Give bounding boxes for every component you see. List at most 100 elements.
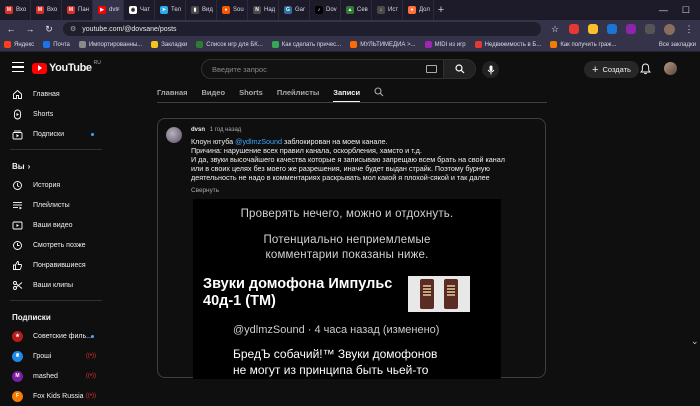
- extension-icon[interactable]: [607, 24, 617, 34]
- sidebar: Главная Shorts Подписки Вы › История Плейли…: [0, 84, 112, 402]
- voice-search-button[interactable]: [482, 61, 499, 78]
- post-image[interactable]: Проверять нечего, можно и отдохнуть. Пот…: [193, 199, 501, 379]
- gmail-icon: M: [5, 6, 13, 14]
- bookmark-item[interactable]: Как получить граж...: [550, 41, 616, 48]
- bookmark-item[interactable]: Недвижимость в Б...: [474, 41, 541, 48]
- keyboard-icon[interactable]: [426, 65, 437, 73]
- browser-tab[interactable]: ▲ Сев: [341, 0, 372, 20]
- tab-label: Вхо: [47, 7, 58, 13]
- bookmark-favicon-icon: [43, 41, 51, 48]
- youtube-logo[interactable]: YouTube RU: [32, 60, 101, 74]
- subscription-item[interactable]: F Fox Kids Russia ((•)): [0, 386, 112, 406]
- bookmark-label: Яндекс: [14, 41, 35, 48]
- browser-tab[interactable]: ● Дол: [403, 0, 434, 20]
- sidebar-item[interactable]: Понравившиеся: [0, 255, 112, 275]
- post-line: Причина: нарушение всех правил канала, о…: [191, 146, 422, 156]
- sidebar-item[interactable]: Ваши клипы: [0, 275, 112, 295]
- bookmark-item[interactable]: МУЛЬТИМЕДИА >...: [350, 41, 416, 48]
- sidebar-item[interactable]: Главная: [0, 84, 112, 104]
- subscription-item[interactable]: Mmashed ((•)): [0, 366, 112, 386]
- channel-name: Гроші: [33, 352, 52, 360]
- extension-icon[interactable]: [588, 24, 598, 34]
- search-button[interactable]: [443, 60, 475, 78]
- browser-tab[interactable]: ♪ Dov: [310, 0, 341, 20]
- site-info-icon[interactable]: ⚙: [70, 25, 76, 33]
- browser-tab[interactable]: ➤ Тел: [155, 0, 186, 20]
- back-icon[interactable]: ←: [6, 24, 16, 34]
- browser-tab[interactable]: ▶ dvs ×: [93, 0, 124, 20]
- browser-tab[interactable]: N Над: [248, 0, 279, 20]
- bookmark-item[interactable]: Импортированны...: [78, 41, 143, 48]
- intercom-unit-image: [420, 279, 434, 309]
- divider: [10, 300, 102, 301]
- bookmark-item[interactable]: MIDI из игр: [424, 41, 466, 48]
- sidebar-item[interactable]: Подписки: [0, 124, 112, 144]
- bookmark-item[interactable]: Список игр для БК...: [196, 41, 263, 48]
- browser-menu-icon[interactable]: ⋮: [684, 24, 694, 35]
- user-avatar[interactable]: [664, 62, 677, 75]
- you-section-header[interactable]: Вы ›: [0, 154, 112, 175]
- sidebar-item[interactable]: Плейлисты: [0, 195, 112, 215]
- bookmark-item[interactable]: Как сделать причес...: [271, 41, 341, 48]
- sidebar-item[interactable]: Ваши видео: [0, 215, 112, 235]
- new-tab-button[interactable]: +: [434, 4, 448, 16]
- browser-tab[interactable]: M Пан: [62, 0, 93, 20]
- url-field[interactable]: ⚙ youtube.com/@dovsane/posts: [63, 22, 541, 36]
- chevron-down-icon[interactable]: ⌄: [691, 336, 699, 347]
- channel-tab[interactable]: Записи: [333, 84, 361, 102]
- post-time[interactable]: 1 год назад: [210, 127, 242, 133]
- subscription-item[interactable]: ★ Советские филь...: [0, 326, 112, 346]
- browser-tab[interactable]: ▮ Вид: [186, 0, 217, 20]
- channel-search-icon[interactable]: [374, 84, 384, 99]
- browser-tab[interactable]: ● Sou: [217, 0, 248, 20]
- channel-tab[interactable]: Главная: [157, 84, 188, 102]
- bookmark-label: MIDI из игр: [434, 41, 466, 48]
- minimize-icon[interactable]: —: [659, 5, 668, 16]
- search-input[interactable]: Введите запрос: [201, 59, 476, 79]
- community-post: dvsn 1 год назад Клоун ютуба @ydlmzSound…: [157, 118, 546, 379]
- channel-tab[interactable]: Плейлисты: [277, 84, 319, 102]
- menu-icon[interactable]: [12, 62, 24, 73]
- bookmark-favicon-icon: [424, 41, 432, 48]
- channel-tab[interactable]: Shorts: [239, 84, 263, 102]
- reload-icon[interactable]: ↻: [44, 24, 54, 35]
- sidebar-item[interactable]: История: [0, 175, 112, 195]
- chevron-right-icon: ›: [27, 162, 31, 171]
- extension-abp-icon[interactable]: [569, 24, 579, 34]
- channel-avatar: ★: [12, 330, 23, 342]
- forward-icon[interactable]: →: [25, 24, 35, 34]
- extension-icon[interactable]: [626, 24, 636, 34]
- channel-tab[interactable]: Видео: [202, 84, 226, 102]
- post-author[interactable]: dvsn: [191, 127, 205, 133]
- browser-tab[interactable]: M Вхо: [0, 0, 31, 20]
- chat-icon: ◉: [129, 6, 137, 14]
- maximize-icon[interactable]: ☐: [682, 5, 690, 16]
- bookmark-item[interactable]: Яндекс: [4, 41, 34, 48]
- telegram-icon: ➤: [160, 6, 168, 14]
- extensions-menu-icon[interactable]: [645, 24, 655, 34]
- browser-tab[interactable]: G Gar: [279, 0, 310, 20]
- bookmark-star-icon[interactable]: ☆: [550, 24, 560, 35]
- address-bar: ← → ↻ ⚙ youtube.com/@dovsane/posts ☆ ⋮: [0, 20, 700, 38]
- mention-link[interactable]: @ydlmzSound: [235, 137, 282, 146]
- bookmark-item[interactable]: Закладки: [151, 41, 187, 48]
- sidebar-item[interactable]: Shorts: [0, 104, 112, 124]
- image-title-line: 40д-1 (ТМ): [203, 293, 276, 309]
- browser-tab[interactable]: ↓ Ист: [372, 0, 403, 20]
- all-bookmarks[interactable]: Все закладки: [656, 42, 696, 48]
- subscription-item[interactable]: ₴ Гроші ((•)): [0, 346, 112, 366]
- sidebar-item[interactable]: Смотреть позже: [0, 235, 112, 255]
- show-less-button[interactable]: Свернуть: [191, 187, 219, 194]
- close-tab-icon[interactable]: ×: [116, 6, 120, 13]
- your-videos-icon: [12, 220, 23, 231]
- profile-avatar[interactable]: [664, 23, 675, 35]
- browser-tab[interactable]: M Вхо: [31, 0, 62, 20]
- notifications-bell-icon[interactable]: [640, 63, 651, 75]
- browser-tab[interactable]: ◉ Чат: [124, 0, 155, 20]
- author-avatar[interactable]: [166, 127, 182, 143]
- bookmark-label: Импортированны...: [88, 41, 143, 48]
- channel-avatar: ₴: [12, 350, 23, 362]
- create-button[interactable]: + Создать: [584, 61, 639, 78]
- bookmark-item[interactable]: Почта: [43, 41, 70, 48]
- sidebar-item-label: Главная: [33, 90, 60, 98]
